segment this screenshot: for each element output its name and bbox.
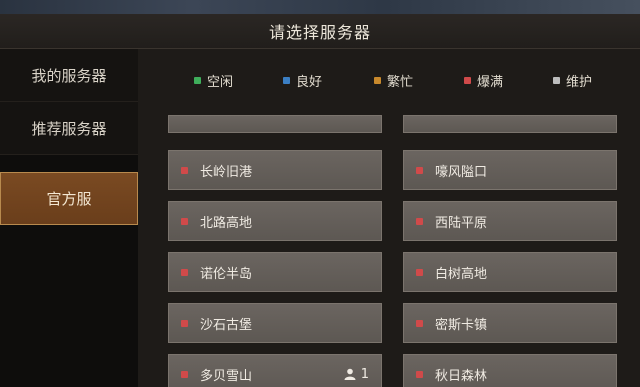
status-legend: 空闲 良好 繁忙 爆满 维护 — [138, 49, 640, 105]
full-status-icon — [416, 319, 423, 327]
background-scene — [0, 0, 640, 14]
server-card-cutoff[interactable] — [403, 115, 617, 133]
dialog-title: 请选择服务器 — [0, 14, 640, 49]
full-status-icon — [181, 217, 188, 225]
player-count: 1 — [344, 367, 369, 382]
server-card[interactable]: 诺伦半岛 — [168, 252, 382, 292]
server-name: 诺伦半岛 — [200, 266, 253, 282]
tab-recommended-servers[interactable]: 推荐服务器 — [0, 102, 138, 155]
full-status-icon — [416, 268, 423, 276]
server-select-dialog: 请选择服务器 我的服务器 推荐服务器 官方服 空闲 良好 繁忙 爆满 维护 长岭… — [0, 14, 640, 387]
server-grid[interactable]: 长岭旧港 北路高地 诺伦半岛 沙石古堡 多贝雪山 1 嚎风隘口 西陆平原 白树高… — [138, 115, 640, 387]
server-name: 沙石古堡 — [200, 317, 253, 333]
server-name: 嚎风隘口 — [435, 164, 488, 180]
person-icon — [344, 368, 356, 380]
server-card[interactable]: 白树高地 — [403, 252, 617, 292]
server-card[interactable]: 沙石古堡 — [168, 303, 382, 343]
tab-label: 我的服务器 — [31, 66, 107, 85]
full-status-icon — [464, 77, 471, 84]
server-name: 多贝雪山 — [200, 368, 253, 384]
full-status-icon — [181, 166, 188, 174]
legend-label: 良好 — [296, 75, 323, 90]
server-name: 密斯卡镇 — [435, 317, 488, 333]
full-status-icon — [181, 370, 188, 378]
legend-label: 繁忙 — [387, 75, 414, 90]
tab-official-servers[interactable]: 官方服 — [0, 172, 138, 225]
server-card[interactable]: 秋日森林 — [403, 354, 617, 387]
server-card[interactable]: 多贝雪山 1 — [168, 354, 382, 387]
idle-status-icon — [194, 77, 201, 84]
legend-good: 良好 — [283, 71, 322, 90]
server-name: 长岭旧港 — [200, 164, 253, 180]
full-status-icon — [416, 370, 423, 378]
legend-label: 维护 — [566, 75, 593, 90]
server-name: 白树高地 — [435, 266, 488, 282]
server-card[interactable]: 密斯卡镇 — [403, 303, 617, 343]
server-category-sidebar: 我的服务器 推荐服务器 官方服 — [0, 49, 138, 387]
server-name: 西陆平原 — [435, 215, 488, 231]
tab-label: 推荐服务器 — [31, 119, 107, 138]
legend-busy: 繁忙 — [374, 71, 413, 90]
legend-maintenance: 维护 — [553, 71, 592, 90]
server-card-cutoff[interactable] — [168, 115, 382, 133]
good-status-icon — [283, 77, 290, 84]
legend-full: 爆满 — [464, 71, 503, 90]
maintenance-status-icon — [553, 77, 560, 84]
full-status-icon — [416, 166, 423, 174]
legend-label: 空闲 — [207, 75, 234, 90]
tab-my-servers[interactable]: 我的服务器 — [0, 49, 138, 102]
server-list-panel: 空闲 良好 繁忙 爆满 维护 长岭旧港 北路高地 诺伦半岛 沙石古堡 多贝雪山 … — [138, 49, 640, 387]
player-count-value: 1 — [360, 366, 369, 382]
legend-label: 爆满 — [477, 75, 504, 90]
server-name: 秋日森林 — [435, 368, 488, 384]
server-card[interactable]: 嚎风隘口 — [403, 150, 617, 190]
full-status-icon — [181, 268, 188, 276]
full-status-icon — [416, 217, 423, 225]
busy-status-icon — [374, 77, 381, 84]
server-card[interactable]: 北路高地 — [168, 201, 382, 241]
server-name: 北路高地 — [200, 215, 253, 231]
tab-label: 官方服 — [46, 190, 92, 208]
legend-idle: 空闲 — [194, 71, 233, 90]
server-card[interactable]: 长岭旧港 — [168, 150, 382, 190]
server-card[interactable]: 西陆平原 — [403, 201, 617, 241]
full-status-icon — [181, 319, 188, 327]
